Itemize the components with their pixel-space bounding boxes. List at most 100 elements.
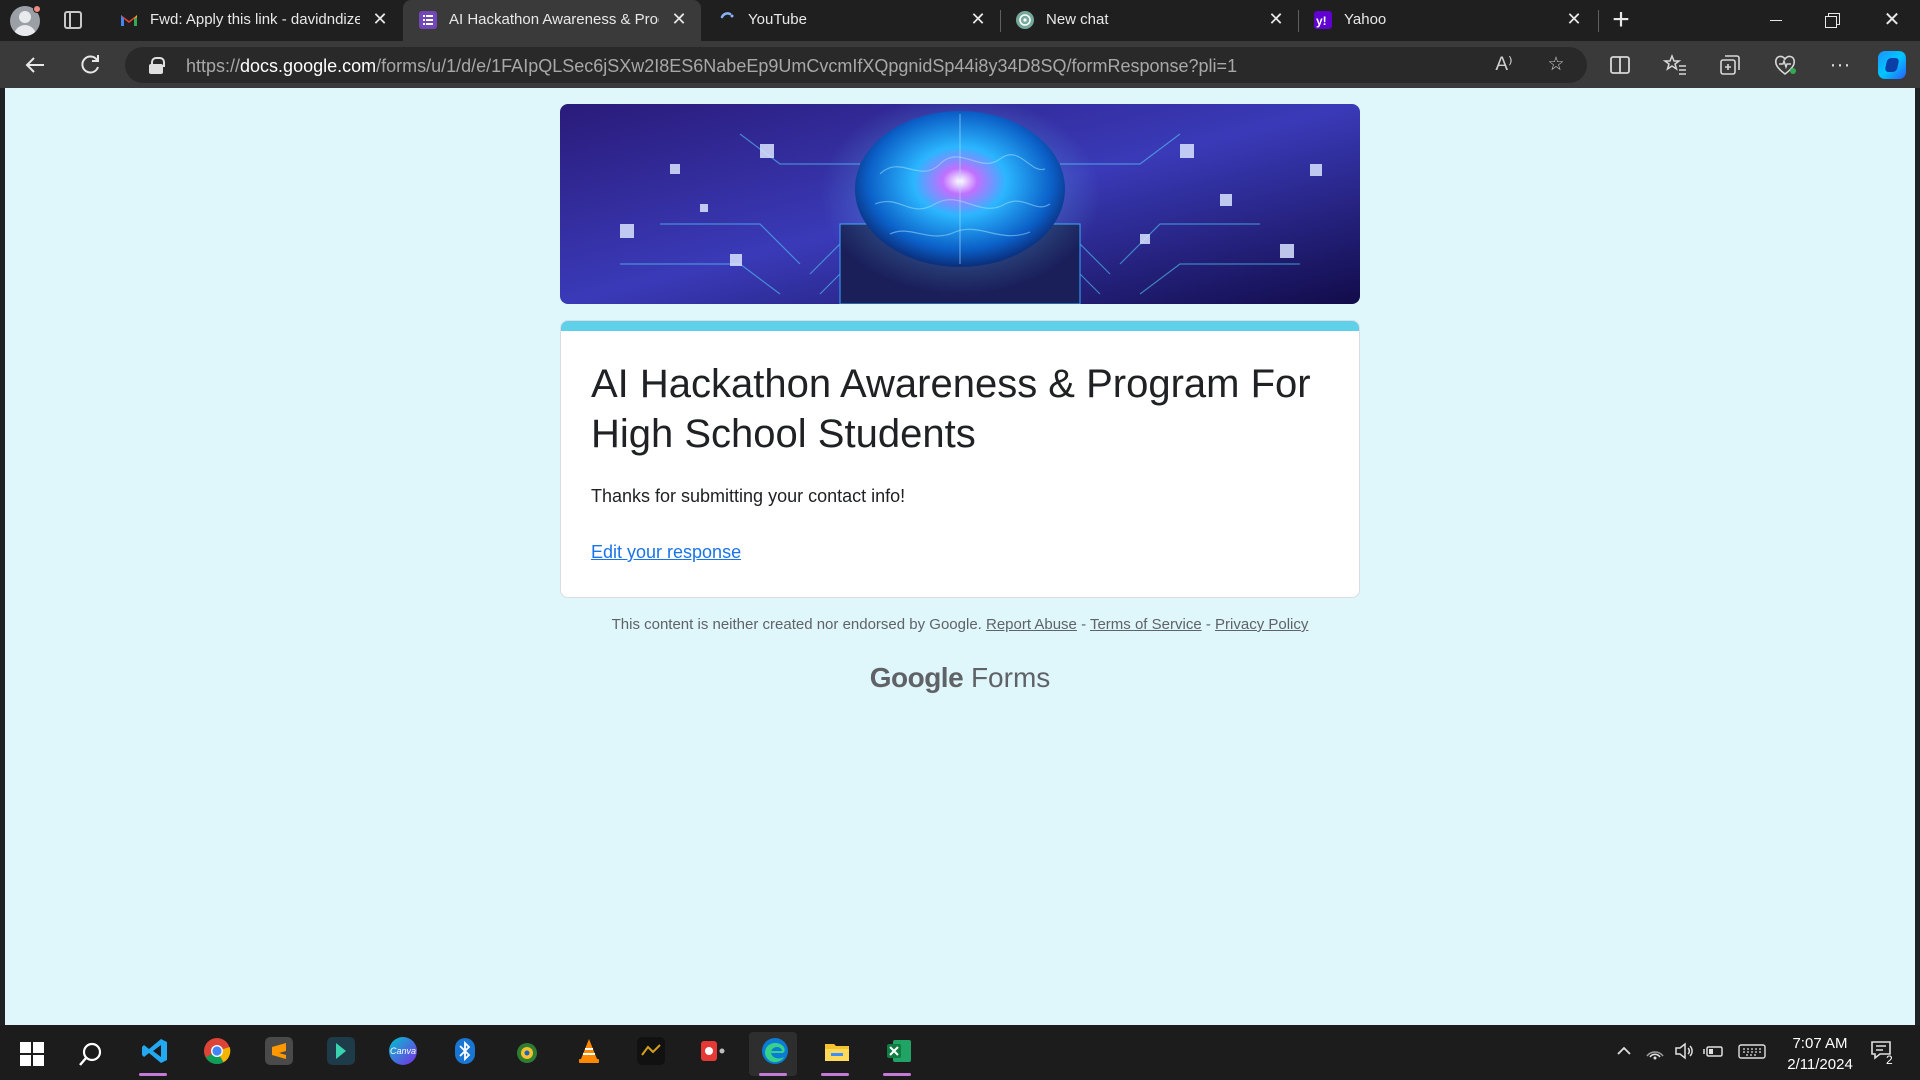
gmail-icon [120,11,138,29]
search-button[interactable] [65,1032,113,1076]
vscode-icon [142,1039,167,1063]
form-header-image [560,104,1360,304]
close-tab-icon[interactable]: ✕ [1266,9,1286,29]
tab-youtube[interactable]: YouTube ✕ [702,0,1000,41]
taskbar-canva[interactable]: Canva [377,1032,425,1076]
close-tab-icon[interactable]: ✕ [370,9,390,29]
terms-of-service-link[interactable]: Terms of Service [1090,616,1202,633]
taskbar-vscode[interactable] [129,1032,177,1076]
taskbar-chrome[interactable] [191,1032,239,1076]
taskbar-vlc[interactable] [563,1032,611,1076]
app-icon [517,1043,537,1063]
youtube-loading-icon [718,11,736,29]
taskbar-app[interactable] [501,1032,549,1076]
profile-notification-dot [33,5,41,13]
url-text[interactable]: https://docs.google.com/forms/u/1/d/e/1F… [186,56,1237,77]
forms-wordmark: Forms [970,662,1051,693]
restore-window-button[interactable] [1804,0,1860,41]
back-button[interactable] [20,50,50,80]
minimize-window-button[interactable] [1748,0,1804,41]
split-screen-icon[interactable] [1606,51,1634,79]
google-forms-icon [419,11,437,29]
report-abuse-link[interactable]: Report Abuse [986,616,1077,633]
chatgpt-icon [1016,11,1034,29]
tab-title: Fwd: Apply this link - davidndize [150,11,360,28]
battery-icon[interactable] [1702,1039,1726,1063]
taskbar-edge[interactable] [749,1032,797,1076]
windows-taskbar: Canva 7:07 AM 2/11/2024 2 [0,1025,1920,1080]
bluetooth-icon [455,1038,475,1064]
taskbar-excel[interactable] [873,1032,921,1076]
edit-response-link[interactable]: Edit your response [591,542,741,563]
favorite-star-icon[interactable]: ☆ [1543,52,1569,78]
tab-title: YouTube [748,11,807,28]
settings-more-icon[interactable]: ··· [1826,51,1854,79]
taskbar-app[interactable] [315,1032,363,1076]
browser-essentials-icon[interactable] [1771,51,1799,79]
tab-chatgpt[interactable]: New chat ✕ [1000,0,1298,41]
google-wordmark: Google [869,662,964,693]
running-indicator [139,1073,167,1076]
favorites-icon[interactable] [1661,51,1689,79]
lock-icon[interactable] [149,57,165,74]
close-tab-icon[interactable]: ✕ [669,9,689,29]
back-arrow-icon [25,57,44,73]
confirmation-message: Thanks for submitting your contact info! [591,486,906,506]
browser-toolbar: https://docs.google.com/forms/u/1/d/e/1F… [0,41,1920,88]
app-icon [637,1037,665,1065]
browser-tab-bar: Fwd: Apply this link - davidndize ✕ AI H… [0,0,1920,41]
tab-actions-menu-icon[interactable] [64,11,82,29]
read-aloud-icon[interactable]: A⁾ [1491,52,1517,78]
windows-start-icon [20,1042,44,1066]
tab-title: Yahoo [1344,11,1387,28]
edge-icon [762,1038,788,1064]
taskbar-sublime-text[interactable] [253,1032,301,1076]
tab-title: AI Hackathon Awareness & Prog [449,11,659,28]
clock-date: 2/11/2024 [1787,1056,1853,1073]
new-tab-button[interactable]: + [1606,5,1636,35]
search-icon [79,1042,102,1066]
collections-icon[interactable] [1716,51,1744,79]
excel-icon [887,1040,911,1062]
reload-icon [81,55,99,74]
volume-icon[interactable] [1672,1039,1696,1063]
chrome-icon [204,1038,231,1065]
file-explorer-icon [825,1044,849,1061]
taskbar-app[interactable] [625,1032,673,1076]
svg-text:y!: y! [1316,14,1327,28]
google-forms-logo[interactable]: Google Forms [560,662,1360,694]
reload-button[interactable] [75,50,105,80]
running-indicator [883,1073,911,1076]
start-button[interactable] [6,1032,54,1076]
yahoo-icon: y! [1314,11,1332,29]
form-footer: This content is neither created nor endo… [560,616,1360,633]
running-indicator [821,1073,849,1076]
tab-yahoo[interactable]: y! Yahoo ✕ [1298,0,1596,41]
notification-count-badge: 2 [1886,1053,1893,1067]
close-window-button[interactable]: ✕ [1864,0,1920,41]
close-tab-icon[interactable]: ✕ [968,9,988,29]
taskbar-app[interactable] [687,1032,735,1076]
taskbar-clock[interactable]: 7:07 AM 2/11/2024 [1765,1033,1875,1075]
footer-separator: - [1201,616,1216,633]
network-icon[interactable] [1643,1039,1667,1063]
sublime-text-icon [265,1037,293,1065]
show-hidden-icons-icon[interactable] [1612,1039,1636,1063]
copilot-icon[interactable] [1878,51,1906,79]
tab-google-forms[interactable]: AI Hackathon Awareness & Prog ✕ [403,0,701,41]
running-indicator [759,1073,787,1076]
privacy-policy-link[interactable]: Privacy Policy [1215,616,1308,633]
close-tab-icon[interactable]: ✕ [1564,9,1584,29]
address-bar[interactable]: https://docs.google.com/forms/u/1/d/e/1F… [125,47,1587,83]
vlc-icon [579,1039,599,1063]
page-content: AI Hackathon Awareness & Program For Hig… [5,88,1915,1025]
footer-separator: - [1076,616,1090,633]
taskbar-file-explorer[interactable] [811,1032,859,1076]
taskbar-bluetooth[interactable] [439,1032,487,1076]
clock-time: 7:07 AM [1792,1035,1848,1052]
keyboard-icon[interactable] [1737,1039,1767,1063]
app-icon [327,1037,355,1065]
tab-gmail[interactable]: Fwd: Apply this link - davidndize ✕ [104,0,402,41]
tab-separator [1598,10,1599,32]
app-icon [701,1041,725,1061]
